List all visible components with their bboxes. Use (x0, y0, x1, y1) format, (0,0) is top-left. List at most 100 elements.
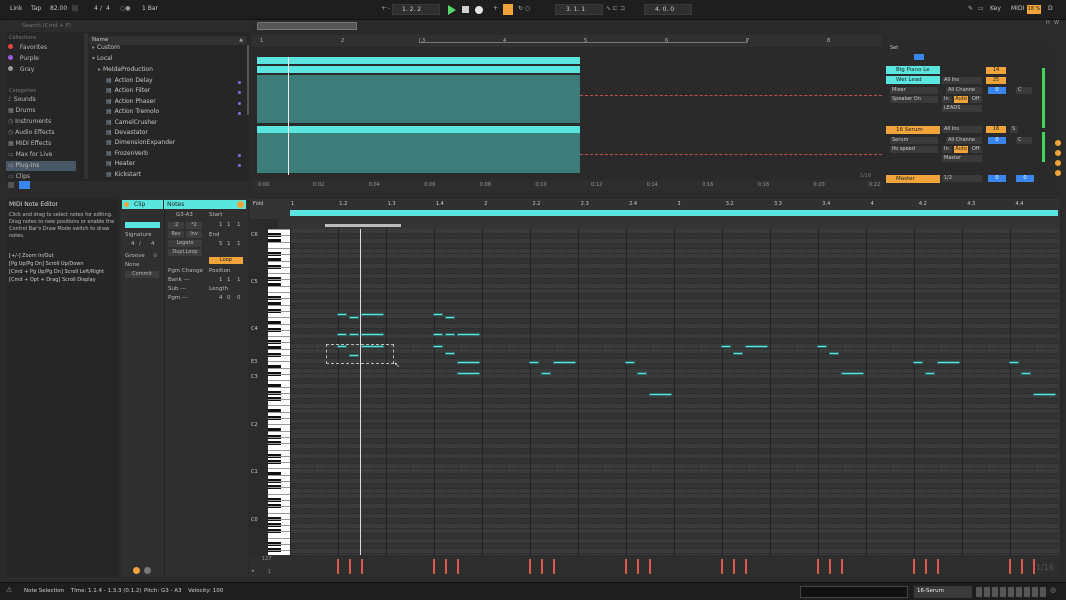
signature-denominator[interactable]: 4 (106, 6, 110, 12)
selected-track-label[interactable]: 16-Serum (914, 586, 972, 598)
plugin-item[interactable]: ▤ Action Delay (89, 78, 247, 88)
loop-brace[interactable] (419, 38, 747, 43)
mixer-toggle-icon[interactable] (1055, 170, 1061, 176)
clip-name-field[interactable] (125, 222, 160, 228)
commit-button[interactable]: Commit (125, 271, 159, 278)
output-menu[interactable]: LEADS (942, 105, 982, 112)
piano-keyboard[interactable] (268, 229, 290, 555)
clip-header[interactable] (257, 126, 580, 133)
plugin-item[interactable]: ▤ Action Filter (89, 88, 247, 98)
sub-field[interactable]: Sub --- (168, 286, 186, 293)
velocity-stem[interactable] (445, 559, 447, 574)
invert-button[interactable]: Inv (186, 231, 202, 238)
key-map-button[interactable]: Key (990, 6, 1001, 12)
velocity-stem[interactable] (649, 559, 651, 574)
selection-brace[interactable] (325, 224, 401, 227)
velocity-stem[interactable] (1009, 559, 1011, 574)
category-clips[interactable]: ▭ Clips (8, 174, 82, 180)
record-button[interactable] (475, 6, 483, 14)
note-grid[interactable] (290, 229, 1058, 555)
midi-note[interactable] (529, 361, 539, 364)
midi-clip[interactable] (257, 133, 580, 173)
clip-header[interactable] (257, 66, 580, 73)
length-sixteenth[interactable]: 0 (237, 295, 241, 302)
clip-header[interactable] (257, 57, 580, 64)
velocity-stem[interactable] (937, 559, 939, 574)
velocity-stem[interactable] (841, 559, 843, 574)
monitor-auto-button[interactable]: Auto (954, 146, 968, 153)
velocity-stem[interactable] (541, 559, 543, 574)
start-sixteenth[interactable]: 1 (237, 222, 241, 229)
tab-clip[interactable]: Clip (122, 200, 163, 209)
browser-divider[interactable] (84, 33, 88, 179)
tap-button[interactable]: Tap (31, 6, 41, 12)
output-menu[interactable]: Master (942, 155, 982, 162)
follow-icon[interactable]: ○● (120, 6, 130, 12)
time-ruler[interactable]: 0:00 0:02 0:04 0:06 0:08 0:10 0:12 0:14 0:16 0:1… (252, 180, 882, 191)
midi-note[interactable] (637, 372, 647, 375)
plugin-item[interactable]: ▤ CamelCrusher (89, 119, 247, 130)
velocity-stem[interactable] (733, 559, 735, 574)
plugin-item[interactable]: ▤ Kickstart (89, 171, 247, 182)
plugin-item[interactable]: ▤ Action Phaser (89, 98, 247, 109)
punch-icons[interactable]: ∿ ⊏ ⊐ (606, 6, 625, 12)
velocity-stem[interactable] (553, 559, 555, 574)
duplicate-loop-button[interactable]: Dupl.Loop (168, 249, 202, 256)
midi-note[interactable] (445, 316, 455, 319)
loop-start-field[interactable]: 3. 1. 1 (555, 4, 603, 15)
arrangement-position-field[interactable]: 1. 2. 2 (392, 4, 440, 15)
midi-note[interactable] (841, 372, 864, 375)
play-button[interactable] (448, 5, 456, 15)
launch-icon[interactable] (133, 567, 140, 574)
browser-search-bar[interactable]: Search (Cmd + F) (6, 21, 249, 32)
midi-map-button[interactable]: MIDI (1011, 6, 1024, 12)
category-max-for-live[interactable]: ▭ Max for Live (8, 152, 82, 158)
set-selector-icon[interactable] (914, 54, 924, 60)
device-chooser[interactable]: Mixer (890, 87, 938, 94)
midi-note[interactable] (553, 361, 576, 364)
midi-note[interactable] (433, 313, 443, 316)
track-serum-header[interactable]: 16 Serum (886, 126, 940, 134)
monitor-in-button[interactable]: In (942, 146, 952, 153)
solo-button[interactable]: S (1010, 126, 1018, 133)
midi-note[interactable] (745, 345, 768, 348)
midi-note[interactable] (925, 372, 935, 375)
velocity-stem[interactable] (361, 559, 363, 574)
velocity-stem[interactable] (721, 559, 723, 574)
plugin-item[interactable]: ▤ Action Tremolo (89, 109, 247, 119)
velocity-stem[interactable] (817, 559, 819, 574)
legato-button[interactable]: Legato (168, 240, 202, 247)
loop-button[interactable]: Loop (209, 257, 243, 264)
collection-gray[interactable]: Gray (8, 66, 82, 76)
overview-scroller[interactable] (257, 22, 357, 30)
track-pan[interactable]: 0 (988, 87, 1006, 94)
track-master-header[interactable]: Master (886, 175, 940, 183)
double-button[interactable]: *2 (186, 222, 202, 229)
position-bar[interactable]: 1 (219, 277, 223, 284)
position-sixteenth[interactable]: 1 (237, 277, 241, 284)
groove-value[interactable]: None (125, 262, 139, 269)
length-bar[interactable]: 4 (219, 295, 223, 302)
master-pan[interactable]: 0 (988, 175, 1006, 182)
velocity-stem[interactable] (337, 559, 339, 574)
track-wet-lead-header[interactable]: Wet Lead (886, 76, 940, 84)
loop-region-bar[interactable] (290, 210, 1058, 216)
track-fold-icon[interactable] (1055, 140, 1061, 146)
pgm-field[interactable]: Pgm --- (168, 295, 188, 302)
velocity-stem[interactable] (925, 559, 927, 574)
parameter-chooser[interactable]: lfo speed (890, 146, 938, 153)
end-beat[interactable]: 1 (227, 241, 231, 248)
midi-note[interactable] (721, 345, 731, 348)
expand-icon[interactable] (237, 201, 244, 208)
track-c-button[interactable]: C (1016, 87, 1032, 94)
category-midi-effects[interactable]: ▦ MIDI Effects (8, 141, 82, 147)
device-chooser[interactable]: Serum (890, 137, 938, 144)
clip-activator-icon[interactable] (124, 202, 129, 207)
velocity-lane[interactable]: 127 1 ▸ 1/16 (250, 555, 1060, 577)
midi-note[interactable] (361, 333, 384, 336)
midi-note[interactable] (457, 372, 480, 375)
velocity-stem[interactable] (637, 559, 639, 574)
browser-collapse-icon[interactable] (8, 182, 14, 188)
velocity-stem[interactable] (349, 559, 351, 574)
browser-toggle-icon[interactable] (19, 181, 30, 189)
